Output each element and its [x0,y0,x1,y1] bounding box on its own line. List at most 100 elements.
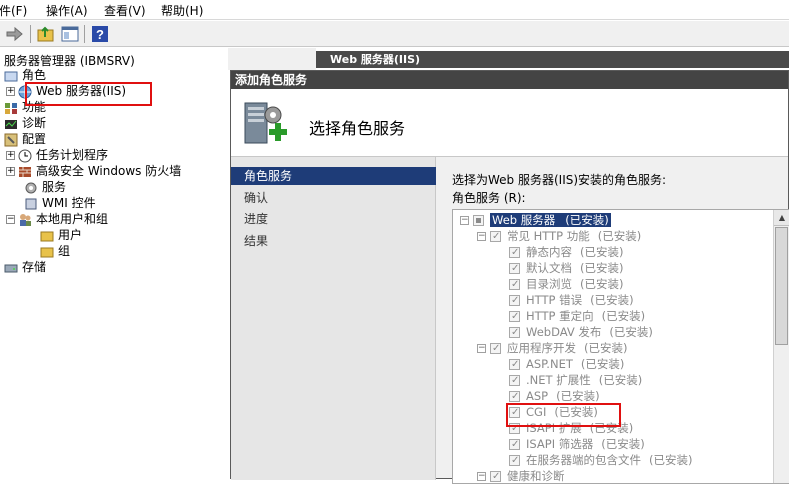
service-checkbox[interactable] [509,261,520,277]
expand-icon[interactable]: + [6,167,15,176]
role-service-row[interactable]: 目录浏览 (已安装) [509,276,623,293]
menu-help[interactable]: 帮助(H) [161,2,203,19]
step-results[interactable]: 结果 [231,232,436,250]
service-checkbox[interactable] [509,277,520,293]
highlight-box-web-server [25,82,152,106]
wmi-icon [24,197,38,211]
step-role-services[interactable]: 角色服务 [231,167,436,185]
wizard-steps: 角色服务 确认 进度 结果 [231,157,436,480]
service-label: 常见 HTTP 功能 [507,229,590,243]
role-service-row[interactable]: HTTP 错误 (已安装) [509,292,634,309]
role-service-row[interactable]: − 常见 HTTP 功能 (已安装) [477,228,641,245]
roles-icon [4,69,18,83]
wizard-content: 选择为Web 服务器(IIS)安装的角色服务: 角色服务 (R): − Web 服… [437,157,789,484]
installed-status: (已安装) [590,293,634,307]
expand-icon[interactable]: + [6,87,15,96]
service-checkbox[interactable] [509,437,520,453]
service-label: 健康和诊断 [507,469,565,483]
console-view-icon[interactable] [60,24,80,44]
storage-icon [4,261,18,275]
service-checkbox[interactable] [490,341,501,357]
pane-splitter[interactable] [228,48,316,70]
service-label: ASP.NET [526,357,573,371]
vertical-scrollbar[interactable]: ▲ [773,210,789,483]
service-checkbox[interactable] [490,229,501,245]
collapse-icon[interactable]: − [477,232,486,241]
users-icon [18,213,32,227]
service-checkbox[interactable] [473,215,484,226]
folder-up-icon[interactable] [36,24,56,44]
role-service-row[interactable]: WebDAV 发布 (已安装) [509,324,653,341]
service-checkbox[interactable] [490,469,501,483]
role-service-row[interactable]: HTTP 重定向 (已安装) [509,308,645,325]
service-checkbox[interactable] [509,389,520,405]
service-label: 在服务器端的包含文件 [526,453,641,467]
menu-file[interactable]: 件(F) [0,2,27,19]
collapse-icon[interactable]: − [460,216,469,225]
tree-item-diagnostics[interactable]: 诊断 [4,115,46,131]
service-checkbox[interactable] [509,357,520,373]
server-role-icon [239,97,293,151]
tree-item-configuration[interactable]: 配置 [4,131,46,147]
role-service-row[interactable]: 静态内容 (已安装) [509,244,623,261]
service-checkbox[interactable] [509,453,520,469]
service-label: WebDAV 发布 [526,325,602,339]
collapse-icon[interactable]: − [6,215,15,224]
folder-icon [40,229,54,243]
role-service-row[interactable]: .NET 扩展性 (已安装) [509,372,643,389]
content-prompt: 选择为Web 服务器(IIS)安装的角色服务: [452,173,667,187]
expand-icon[interactable]: + [6,151,15,160]
scroll-thumb[interactable] [775,227,788,345]
role-services-tree[interactable]: −Web 服务器(已安装)−常见 HTTP 功能(已安装)静态内容(已安装)默认… [452,209,789,484]
service-label: HTTP 错误 [526,293,583,307]
service-checkbox[interactable] [509,245,520,261]
tree-item-storage[interactable]: 存储 [4,259,46,275]
firewall-icon [18,165,32,179]
role-service-row[interactable]: ASP.NET (已安装) [509,356,624,373]
tree-item-wmi[interactable]: WMI 控件 [24,195,96,211]
installed-status: (已安装) [598,373,643,387]
folder-icon [40,245,54,259]
tree-item-roles[interactable]: 角色 [4,67,46,83]
dialog-banner: 选择角色服务 [231,89,788,157]
tree-item-groups[interactable]: 组 [40,243,70,259]
services-icon [24,181,38,195]
menu-bar: 件(F) 操作(A) 查看(V) 帮助(H) [0,0,789,20]
step-confirmation[interactable]: 确认 [231,189,436,207]
features-icon [4,101,18,115]
role-service-row[interactable]: ISAPI 筛选器 (已安装) [509,436,645,453]
scroll-up-icon[interactable]: ▲ [774,210,789,226]
menu-action[interactable]: 操作(A) [46,2,88,19]
role-service-row[interactable]: ASP (已安装) [509,388,600,405]
service-label: ASP [526,389,549,403]
service-label: 默认文档 [526,261,572,275]
step-progress[interactable]: 进度 [231,210,436,228]
service-label: 静态内容 [526,245,572,259]
banner-title: 选择角色服务 [309,119,406,138]
role-service-row[interactable]: − Web 服务器 (已安装) [460,212,611,228]
role-service-row[interactable]: 在服务器端的包含文件 (已安装) [509,452,693,469]
role-service-row[interactable]: − 健康和诊断 [477,468,565,483]
forward-arrow-icon[interactable] [4,24,24,44]
service-checkbox[interactable] [509,309,520,325]
tree-item-services[interactable]: 服务 [24,179,66,195]
role-service-row[interactable]: 默认文档 (已安装) [509,260,623,277]
service-checkbox[interactable] [509,373,520,389]
role-service-row[interactable]: − 应用程序开发 (已安装) [477,340,627,357]
service-label: .NET 扩展性 [526,373,591,387]
toolbar: ? [0,21,789,47]
tree-item-local-users[interactable]: − 本地用户和组 [6,211,108,227]
collapse-icon[interactable]: − [477,344,486,353]
tree-item-firewall[interactable]: + 高级安全 Windows 防火墙 [6,163,181,179]
tree-item-task-scheduler[interactable]: + 任务计划程序 [6,147,108,163]
help-icon[interactable]: ? [90,24,110,44]
menu-view[interactable]: 查看(V) [104,2,146,19]
svg-text:?: ? [96,27,104,42]
collapse-icon[interactable]: − [477,472,486,481]
installed-status: (已安装) [557,213,611,227]
service-checkbox[interactable] [509,325,520,341]
dialog-title: 添加角色服务 [231,71,788,89]
installed-status: (已安装) [649,453,693,467]
tree-item-users[interactable]: 用户 [40,227,82,243]
service-checkbox[interactable] [509,293,520,309]
